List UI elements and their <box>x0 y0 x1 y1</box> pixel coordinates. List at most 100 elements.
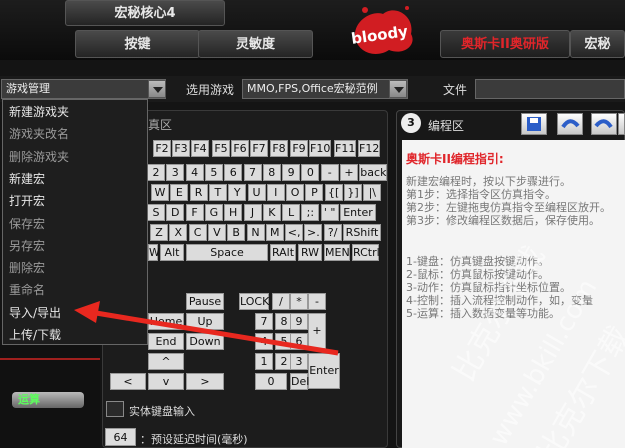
key[interactable]: 7 <box>243 164 262 181</box>
key[interactable]: Space <box>186 244 268 261</box>
menu-item[interactable]: 新建游戏夹 <box>9 102 69 122</box>
undo-icon[interactable] <box>557 113 583 135</box>
key[interactable]: X <box>169 224 188 241</box>
game-mgmt-select[interactable]: 游戏管理 <box>1 79 166 99</box>
key[interactable]: > <box>186 373 224 390</box>
menu-item[interactable]: 打开宏 <box>9 191 45 211</box>
key[interactable]: Y <box>228 184 247 201</box>
menu-item[interactable]: 保存宏 <box>9 214 45 234</box>
tab-sensitivity[interactable]: 灵敏度 <box>198 30 313 58</box>
key[interactable]: 2 <box>147 164 165 181</box>
key[interactable]: F9 <box>290 140 308 157</box>
kb-input-checkbox[interactable] <box>106 401 124 417</box>
key[interactable]: E <box>170 184 189 201</box>
key[interactable]: Z <box>150 224 168 241</box>
file-input[interactable] <box>475 79 625 99</box>
key[interactable]: H <box>224 204 243 221</box>
key[interactable]: 6 <box>224 164 243 181</box>
key[interactable]: F8 <box>270 140 288 157</box>
key[interactable]: F <box>185 204 204 221</box>
key[interactable]: + = <box>340 164 358 194</box>
key[interactable]: ?/ <box>323 224 342 241</box>
key[interactable]: {[ <box>324 184 343 201</box>
chevron-down-icon[interactable] <box>148 80 166 98</box>
key[interactable]: N <box>246 224 265 241</box>
menu-item[interactable]: 上传/下载 <box>9 325 61 345</box>
key[interactable]: 4 <box>185 164 204 181</box>
key[interactable]: F10 <box>309 140 331 157</box>
key[interactable]: D <box>166 204 185 221</box>
key[interactable]: Enter <box>340 204 376 221</box>
tab-macro-core[interactable]: 宏秘核心4 <box>65 0 225 26</box>
key[interactable]: 0 <box>255 373 287 390</box>
chevron-down-icon[interactable] <box>389 80 407 98</box>
key[interactable]: F5 <box>212 140 230 157</box>
key[interactable]: Del <box>290 373 309 390</box>
key[interactable]: RW <box>298 244 322 261</box>
key[interactable]: W <box>151 184 169 201</box>
select-game-label: 选用游戏 <box>186 83 235 97</box>
menu-item[interactable]: 删除宏 <box>9 258 45 278</box>
menu-item[interactable]: 删除游戏夹 <box>9 147 69 167</box>
delay-input[interactable]: 64 <box>105 428 136 446</box>
key[interactable]: MENU <box>324 244 358 261</box>
key[interactable]: B <box>227 224 246 241</box>
key[interactable]: F12 <box>358 140 380 157</box>
menu-item[interactable]: 重命名 <box>9 280 45 300</box>
key[interactable]: U <box>247 184 266 201</box>
key[interactable]: RAlt <box>270 244 296 261</box>
key[interactable]: S <box>147 204 165 221</box>
key[interactable]: <, <box>285 224 304 241</box>
tab-macro-right[interactable]: 宏秘 <box>570 30 625 58</box>
key[interactable]: W <box>148 244 160 261</box>
tab-oscar[interactable]: 奥斯卡II奥研版 <box>440 30 570 58</box>
key[interactable]: M <box>265 224 284 241</box>
key[interactable]: back <box>359 164 388 181</box>
key[interactable]: F3 <box>172 140 190 157</box>
key[interactable]: 0 <box>301 164 320 181</box>
key[interactable]: L <box>282 204 301 221</box>
menu-item[interactable]: 游戏夹改名 <box>9 124 69 144</box>
key[interactable]: K <box>262 204 281 221</box>
key[interactable]: }] <box>344 184 362 201</box>
key[interactable]: RCtrl <box>352 244 380 261</box>
key[interactable]: O <box>286 184 305 201</box>
key[interactable]: v <box>148 373 184 390</box>
category-yunsuan[interactable]: 运算 <box>12 392 84 408</box>
menu-item[interactable]: 导入/导出 <box>9 303 61 323</box>
step-badge: 3 <box>401 113 421 133</box>
save-icon[interactable] <box>521 113 547 135</box>
key[interactable]: F11 <box>334 140 356 157</box>
key[interactable]: V <box>207 224 226 241</box>
redo-icon[interactable] <box>591 113 617 135</box>
menu-item[interactable]: 另存宏 <box>9 236 45 256</box>
key[interactable]: RShift <box>343 224 381 241</box>
key[interactable]: - <box>320 164 339 181</box>
toolbar-icon-partial[interactable] <box>618 113 625 135</box>
key[interactable]: |\ <box>363 184 382 201</box>
key[interactable]: J <box>243 204 262 221</box>
key[interactable]: >. <box>304 224 323 241</box>
key[interactable]: 9 <box>282 164 301 181</box>
key[interactable]: C <box>188 224 207 241</box>
key[interactable]: F6 <box>231 140 249 157</box>
bloody-logo: bloody <box>345 0 421 60</box>
key[interactable]: I <box>266 184 285 201</box>
key[interactable]: F4 <box>191 140 209 157</box>
key[interactable]: 3 <box>166 164 185 181</box>
key[interactable]: < <box>110 373 146 390</box>
key[interactable]: F2 <box>153 140 171 157</box>
key[interactable]: 8 <box>262 164 281 181</box>
menu-item[interactable]: 新建宏 <box>9 169 45 189</box>
key[interactable]: R <box>189 184 208 201</box>
key[interactable]: ' " <box>320 204 339 221</box>
key[interactable]: Alt <box>160 244 184 261</box>
tab-keys[interactable]: 按键 <box>75 30 200 58</box>
key[interactable]: T <box>208 184 227 201</box>
select-game-dropdown[interactable]: MMO,FPS,Office宏秘范例 <box>242 79 408 99</box>
key[interactable]: F7 <box>250 140 268 157</box>
key[interactable]: P <box>305 184 324 201</box>
key[interactable]: 5 <box>204 164 223 181</box>
key[interactable]: G <box>204 204 223 221</box>
key[interactable]: ;: <box>301 204 320 221</box>
